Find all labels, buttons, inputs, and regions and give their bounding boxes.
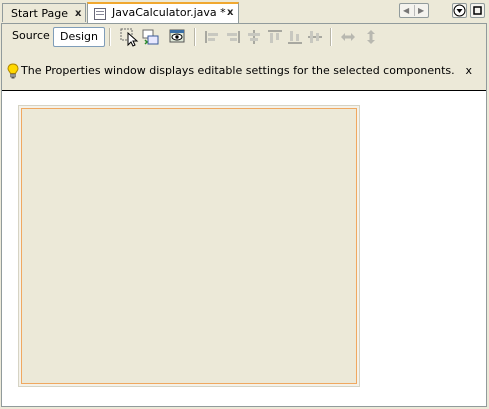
- tab-java-calculator-label: JavaCalculator.java *: [112, 6, 226, 19]
- design-canvas[interactable]: [2, 91, 486, 406]
- design-toolbar: Source Design: [2, 24, 486, 51]
- center-vertical-icon[interactable]: [307, 29, 323, 45]
- align-right-icon[interactable]: [225, 29, 241, 45]
- preview-design-icon[interactable]: [168, 27, 186, 45]
- selection-mode-icon[interactable]: [120, 28, 140, 47]
- align-left-icon[interactable]: [204, 29, 220, 45]
- form-editor: Source Design The Properties window disp…: [1, 23, 487, 407]
- connection-mode-icon[interactable]: [142, 28, 160, 46]
- design-button[interactable]: Design: [53, 27, 105, 47]
- resize-horizontal-icon[interactable]: [340, 29, 356, 45]
- resize-vertical-icon[interactable]: [363, 29, 379, 45]
- close-info-icon[interactable]: x: [465, 64, 472, 77]
- info-notification-bar: The Properties window displays editable …: [2, 51, 486, 91]
- tab-start-page-label: Start Page: [11, 7, 68, 20]
- tab-scroll-group: ◀ ▶: [399, 3, 429, 18]
- scroll-left-icon[interactable]: ◀: [403, 4, 409, 17]
- tab-start-page[interactable]: Start Page x: [2, 3, 86, 22]
- center-horizontal-icon[interactable]: [246, 29, 262, 45]
- maximize-icon[interactable]: [470, 3, 485, 18]
- jframe-form[interactable]: [21, 108, 357, 384]
- source-button[interactable]: Source: [6, 27, 56, 47]
- scroll-right-icon[interactable]: ▶: [418, 4, 424, 17]
- tab-java-calculator-close-icon[interactable]: x: [227, 4, 233, 22]
- editor-tab-strip: Start Page x JavaCalculator.java * x ◀ ▶: [0, 0, 489, 24]
- lightbulb-icon: [7, 63, 19, 79]
- java-file-icon: [94, 8, 106, 20]
- info-message: The Properties window displays editable …: [21, 64, 455, 77]
- form-container: [18, 105, 360, 387]
- tab-start-page-close-icon[interactable]: x: [75, 4, 81, 23]
- align-bottom-icon[interactable]: [287, 29, 303, 45]
- tab-java-calculator[interactable]: JavaCalculator.java * x: [87, 2, 239, 23]
- document-list-icon[interactable]: [452, 3, 467, 18]
- align-top-icon[interactable]: [267, 29, 283, 45]
